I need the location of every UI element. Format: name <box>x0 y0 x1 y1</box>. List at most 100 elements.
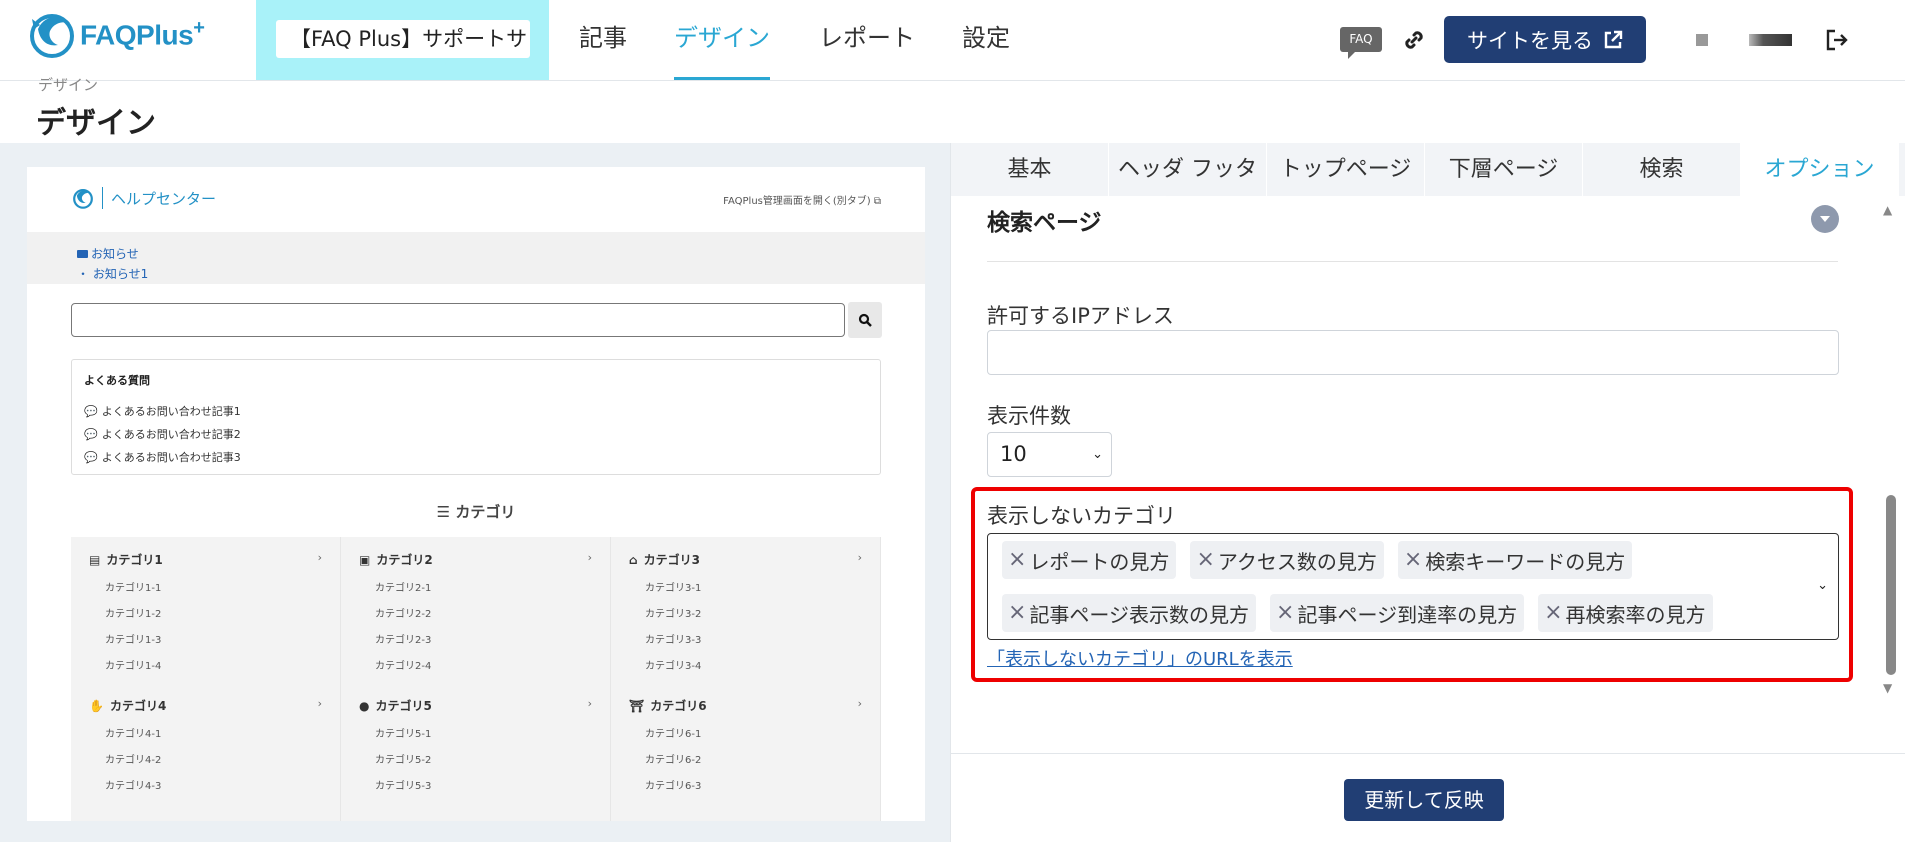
settings-scrollbar[interactable]: ▲ ▼ <box>1881 203 1899 695</box>
tag-label: 再検索率の見方 <box>1565 602 1706 627</box>
show-url-link[interactable]: 「表示しないカテゴリ」のURLを表示 <box>987 645 1293 671</box>
subcategory: カテゴリ6-3 <box>645 781 702 792</box>
section-divider <box>987 261 1838 262</box>
remove-tag-icon[interactable]: × <box>1008 602 1026 624</box>
preview-news: お知らせ ・ お知らせ1 <box>27 232 925 284</box>
nav-articles[interactable]: 記事 <box>579 0 627 80</box>
site-selector[interactable]: 【FAQ Plus】サポートサ <box>276 20 530 58</box>
faq-badge-icon[interactable]: FAQ <box>1340 27 1382 59</box>
category-tag: × 再検索率の見方 <box>1538 594 1713 632</box>
section-collapse-toggle[interactable] <box>1811 205 1839 233</box>
apple-icon: ● <box>359 698 370 713</box>
subcategory: カテゴリ4-1 <box>105 729 162 740</box>
ip-address-input[interactable] <box>987 330 1839 375</box>
section-title: 検索ページ <box>987 210 1102 236</box>
logo-divider <box>102 187 103 209</box>
count-select[interactable]: 10 ⌄ <box>987 432 1112 477</box>
hidden-categories-label: 表示しないカテゴリ <box>987 504 1176 528</box>
tab-search[interactable]: 検索 <box>1583 143 1741 196</box>
site-preview: ヘルプセンター FAQPlus管理画面を開く(別タブ) ⧉ お知らせ ・ お知ら… <box>27 167 925 821</box>
news-item: ・ お知らせ1 <box>77 267 149 281</box>
category-tag: × アクセス数の見方 <box>1190 541 1384 579</box>
remove-tag-icon[interactable]: × <box>1544 602 1562 624</box>
user-name[interactable] <box>1720 34 1792 46</box>
chevron-right-icon: › <box>587 551 592 564</box>
category-title: ✋ カテゴリ4 <box>89 697 340 714</box>
scroll-thumb[interactable] <box>1886 495 1896 675</box>
category-tag: × レポートの見方 <box>1002 541 1177 579</box>
tab-top-page[interactable]: トップページ <box>1267 143 1425 196</box>
tab-header-footer[interactable]: ヘッダ フッタ <box>1109 143 1267 196</box>
hidden-categories-select[interactable]: × レポートの見方 × アクセス数の見方 × 検索キーワードの見方 × 記事ページ表示数… <box>987 533 1839 640</box>
admin-link-label: FAQPlus管理画面を開く(別タブ) <box>723 196 871 207</box>
tab-options[interactable]: オプション <box>1741 143 1899 196</box>
faqplus-logo[interactable]: FAQPlus+ <box>28 9 205 59</box>
newspaper-icon: ▤ <box>89 552 101 567</box>
view-site-button[interactable]: サイトを見る <box>1444 16 1646 63</box>
site-selector-area: 【FAQ Plus】サポートサ <box>256 0 549 80</box>
category-heading-label: カテゴリ <box>455 503 516 521</box>
update-button[interactable]: 更新して反映 <box>1344 779 1504 821</box>
top-header: FAQPlus+ 【FAQ Plus】サポートサ 記事 デザイン レポート 設定… <box>0 0 1905 81</box>
subcategory: カテゴリ3-4 <box>645 661 702 672</box>
chevron-down-icon[interactable]: ⌄ <box>1817 578 1828 593</box>
category-card: ⛩ カテゴリ6 › カテゴリ6-1 カテゴリ6-2 カテゴリ6-3 <box>611 683 881 821</box>
chevron-right-icon: › <box>587 697 592 710</box>
preview-faq-box: よくある質問 💬 よくあるお問い合わせ記事1 💬 よくあるお問い合わせ記事2 💬 よく… <box>71 359 881 475</box>
category-name: カテゴリ1 <box>106 553 163 567</box>
category-tag: × 検索キーワードの見方 <box>1397 541 1633 579</box>
tab-sub-page[interactable]: 下層ページ <box>1425 143 1583 196</box>
scroll-up-icon[interactable]: ▲ <box>1883 203 1892 217</box>
category-title: ▣ カテゴリ2 <box>359 551 610 568</box>
view-site-label: サイトを見る <box>1467 28 1593 53</box>
chevron-right-icon: › <box>317 551 322 564</box>
breadcrumb[interactable]: デザイン <box>38 74 98 95</box>
subcategory: カテゴリ1-3 <box>105 635 162 646</box>
nav-design[interactable]: デザイン <box>674 0 770 80</box>
remove-tag-icon[interactable]: × <box>1008 549 1026 571</box>
logout-icon[interactable] <box>1819 22 1855 58</box>
user-avatar[interactable] <box>1696 34 1708 46</box>
count-label: 表示件数 <box>987 404 1071 428</box>
remove-tag-icon[interactable]: × <box>1404 549 1422 571</box>
building-icon: ⌂ <box>629 552 638 567</box>
remove-tag-icon[interactable]: × <box>1196 549 1214 571</box>
subcategory: カテゴリ3-3 <box>645 635 702 646</box>
page-title: デザイン <box>36 106 156 141</box>
dolphin-logo-icon <box>73 188 93 209</box>
comments-icon: 💬 <box>84 428 98 441</box>
preview-brand: ヘルプセンター <box>111 189 217 208</box>
category-tag: × 記事ページ表示数の見方 <box>1002 594 1257 632</box>
preview-category-grid: ▤ カテゴリ1 › カテゴリ1-1 カテゴリ1-2 カテゴリ1-3 カテゴリ1-4 ▣ カテゴ… <box>71 537 881 821</box>
comments-icon: 💬 <box>84 405 98 418</box>
subcategory: カテゴリ5-3 <box>375 781 432 792</box>
faq-item: 💬 よくあるお問い合わせ記事3 <box>84 446 868 469</box>
remove-tag-icon[interactable]: × <box>1276 602 1294 624</box>
link-icon[interactable] <box>1396 22 1432 58</box>
subcategory: カテゴリ1-1 <box>105 583 162 594</box>
preview-search-input <box>71 303 845 337</box>
chevron-right-icon: › <box>857 697 862 710</box>
subcategory: カテゴリ2-3 <box>375 635 432 646</box>
tab-basic[interactable]: 基本 <box>951 143 1109 196</box>
comments-icon: 💬 <box>84 451 98 464</box>
category-name: カテゴリ3 <box>643 553 700 567</box>
settings-footer: 更新して反映 <box>951 753 1905 842</box>
category-name: カテゴリ5 <box>375 699 432 713</box>
ip-label: 許可するIPアドレス <box>987 304 1174 328</box>
category-name: カテゴリ6 <box>650 699 707 713</box>
scroll-down-icon[interactable]: ▼ <box>1883 681 1892 695</box>
logo-text: FAQPlus <box>80 19 194 51</box>
subcategory: カテゴリ5-1 <box>375 729 432 740</box>
nav-settings[interactable]: 設定 <box>962 0 1010 80</box>
logo-plus: + <box>193 16 205 39</box>
count-value: 10 <box>1000 442 1027 466</box>
category-heading: ☰ カテゴリ <box>27 501 925 522</box>
square-icon: ▣ <box>359 552 371 567</box>
subcategory: カテゴリ2-1 <box>375 583 432 594</box>
news-label: お知らせ <box>91 247 139 261</box>
tag-label: 記事ページ到達率の見方 <box>1297 602 1518 627</box>
external-link-icon: ⧉ <box>873 196 881 207</box>
nav-reports[interactable]: レポート <box>819 0 915 80</box>
subcategory: カテゴリ3-1 <box>645 583 702 594</box>
